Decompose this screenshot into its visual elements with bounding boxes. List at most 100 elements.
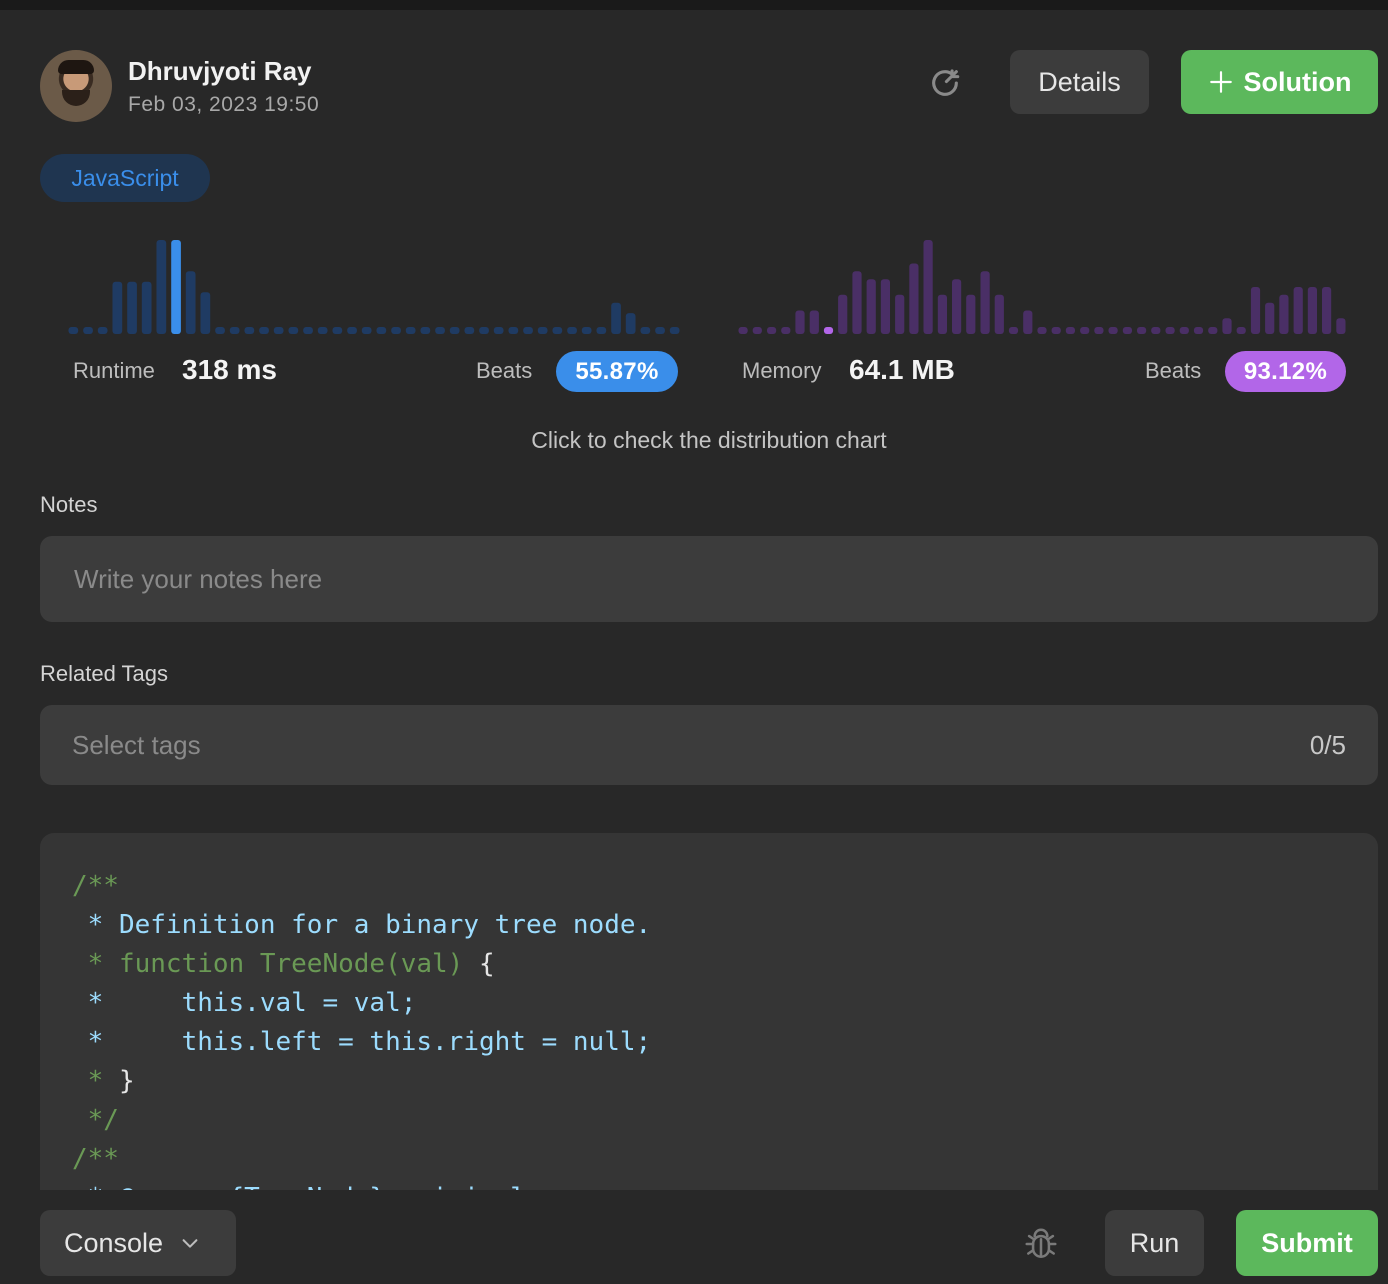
- runtime-distribution-bar[interactable]: [156, 240, 167, 334]
- runtime-distribution-bar[interactable]: [508, 327, 519, 334]
- runtime-distribution-bar[interactable]: [625, 313, 636, 334]
- memory-distribution-bar[interactable]: [838, 294, 848, 334]
- memory-distribution-bar[interactable]: [866, 279, 876, 334]
- memory-distribution-bar[interactable]: [1193, 327, 1204, 334]
- memory-distribution-bar[interactable]: [1051, 327, 1061, 334]
- runtime-distribution-bar[interactable]: [141, 281, 152, 334]
- memory-distribution-bar[interactable]: [1008, 327, 1019, 334]
- runtime-distribution-bar[interactable]: [435, 327, 445, 334]
- console-button[interactable]: Console: [40, 1210, 236, 1276]
- memory-distribution-bar[interactable]: [1279, 294, 1289, 334]
- runtime-distribution-bar[interactable]: [596, 327, 607, 334]
- runtime-distribution-bar[interactable]: [479, 327, 489, 334]
- runtime-distribution-chart[interactable]: [66, 230, 682, 340]
- memory-distribution-bar[interactable]: [980, 271, 990, 334]
- memory-distribution-bar[interactable]: [1065, 327, 1075, 334]
- memory-distribution-bar[interactable]: [781, 327, 791, 334]
- runtime-distribution-bar[interactable]: [83, 327, 93, 334]
- runtime-distribution-bar[interactable]: [317, 327, 328, 334]
- memory-distribution-bar[interactable]: [1336, 318, 1346, 334]
- memory-distribution-bar[interactable]: [809, 310, 819, 335]
- runtime-distribution-bar[interactable]: [655, 327, 665, 334]
- refresh-icon[interactable]: [928, 66, 962, 100]
- memory-distribution-bar[interactable]: [1222, 318, 1232, 334]
- runtime-distribution-bar[interactable]: [288, 327, 299, 334]
- memory-distribution-bar[interactable]: [1293, 287, 1303, 334]
- runtime-distribution-bar[interactable]: [244, 327, 255, 334]
- memory-distribution-bar[interactable]: [966, 294, 976, 334]
- runtime-distribution-bar[interactable]: [493, 327, 504, 334]
- runtime-distribution-bar[interactable]: [552, 327, 563, 334]
- notes-input[interactable]: [40, 536, 1378, 622]
- runtime-distribution-bar[interactable]: [112, 281, 123, 334]
- memory-distribution-bar[interactable]: [1307, 287, 1317, 334]
- runtime-distribution-bar[interactable]: [361, 327, 372, 334]
- memory-distribution-chart[interactable]: [736, 230, 1348, 340]
- runtime-distribution-bar[interactable]: [581, 327, 592, 334]
- memory-distribution-bar[interactable]: [1122, 327, 1132, 334]
- runtime-distribution-bar[interactable]: [611, 302, 621, 334]
- memory-distribution-bar[interactable]: [1250, 287, 1261, 334]
- details-button[interactable]: Details: [1010, 50, 1149, 114]
- runtime-distribution-bar[interactable]: [376, 327, 387, 334]
- runtime-distribution-bar[interactable]: [332, 327, 343, 334]
- memory-distribution-bar[interactable]: [1265, 302, 1275, 334]
- user-name[interactable]: Dhruvjyoti Ray: [128, 56, 312, 87]
- runtime-distribution-bar[interactable]: [259, 327, 269, 334]
- runtime-distribution-bar[interactable]: [68, 327, 79, 334]
- runtime-distribution-bar[interactable]: [215, 327, 225, 334]
- memory-distribution-bar[interactable]: [1094, 327, 1104, 334]
- runtime-distribution-bar[interactable]: [303, 327, 313, 334]
- runtime-distribution-bar[interactable]: [420, 327, 431, 334]
- code-view[interactable]: /** * Definition for a binary tree node.…: [40, 833, 1378, 1190]
- runtime-distribution-bar[interactable]: [97, 327, 108, 334]
- runtime-distribution-bar[interactable]: [347, 327, 357, 334]
- runtime-distribution-bar[interactable]: [127, 281, 137, 334]
- memory-distribution-bar[interactable]: [1151, 327, 1161, 334]
- add-solution-button[interactable]: Solution: [1181, 50, 1378, 114]
- runtime-distribution-bar[interactable]: [273, 327, 284, 334]
- tags-select[interactable]: Select tags 0/5: [40, 705, 1378, 785]
- memory-distribution-bar[interactable]: [880, 279, 890, 334]
- memory-distribution-bar[interactable]: [937, 294, 947, 334]
- memory-distribution-bar[interactable]: [852, 271, 862, 334]
- memory-distribution-bar[interactable]: [767, 327, 777, 334]
- memory-distribution-bar[interactable]: [1322, 287, 1332, 334]
- runtime-distribution-bar[interactable]: [567, 327, 577, 334]
- memory-distribution-bar[interactable]: [1080, 327, 1090, 334]
- memory-distribution-bar[interactable]: [795, 310, 805, 335]
- runtime-distribution-bar[interactable]: [523, 327, 533, 334]
- runtime-distribution-bar[interactable]: [200, 292, 211, 334]
- memory-distribution-bar[interactable]: [1023, 310, 1033, 335]
- submit-button[interactable]: Submit: [1236, 1210, 1378, 1276]
- memory-distribution-bar[interactable]: [1165, 327, 1175, 334]
- runtime-distribution-bar[interactable]: [464, 327, 475, 334]
- memory-distribution-bar[interactable]: [952, 279, 962, 334]
- memory-distribution-bar[interactable]: [738, 327, 748, 334]
- runtime-distribution-bar[interactable]: [405, 327, 416, 334]
- runtime-distribution-bar[interactable]: [185, 271, 196, 334]
- memory-distribution-bar[interactable]: [1137, 327, 1147, 334]
- runtime-distribution-bar[interactable]: [229, 327, 240, 334]
- memory-distribution-bar[interactable]: [823, 327, 834, 334]
- memory-distribution-bar[interactable]: [994, 294, 1004, 334]
- runtime-distribution-bar[interactable]: [449, 327, 460, 334]
- bug-icon[interactable]: [1022, 1225, 1060, 1263]
- avatar[interactable]: [40, 50, 112, 122]
- runtime-distribution-bar[interactable]: [537, 327, 548, 334]
- memory-distribution-bar[interactable]: [895, 294, 905, 334]
- memory-distribution-bar[interactable]: [752, 327, 762, 334]
- memory-distribution-bar[interactable]: [923, 240, 933, 334]
- distribution-chart-link[interactable]: Click to check the distribution chart: [0, 427, 1388, 454]
- memory-distribution-bar[interactable]: [1179, 327, 1189, 334]
- memory-distribution-bar[interactable]: [1208, 327, 1218, 334]
- memory-distribution-bar[interactable]: [909, 263, 919, 335]
- memory-distribution-bar[interactable]: [1037, 327, 1047, 334]
- runtime-distribution-bar[interactable]: [640, 327, 651, 334]
- runtime-distribution-bar[interactable]: [669, 327, 680, 334]
- runtime-distribution-bar[interactable]: [391, 327, 401, 334]
- memory-distribution-bar[interactable]: [1108, 327, 1118, 334]
- run-button[interactable]: Run: [1105, 1210, 1204, 1276]
- memory-distribution-bar[interactable]: [1236, 327, 1246, 334]
- runtime-distribution-bar[interactable]: [171, 240, 181, 334]
